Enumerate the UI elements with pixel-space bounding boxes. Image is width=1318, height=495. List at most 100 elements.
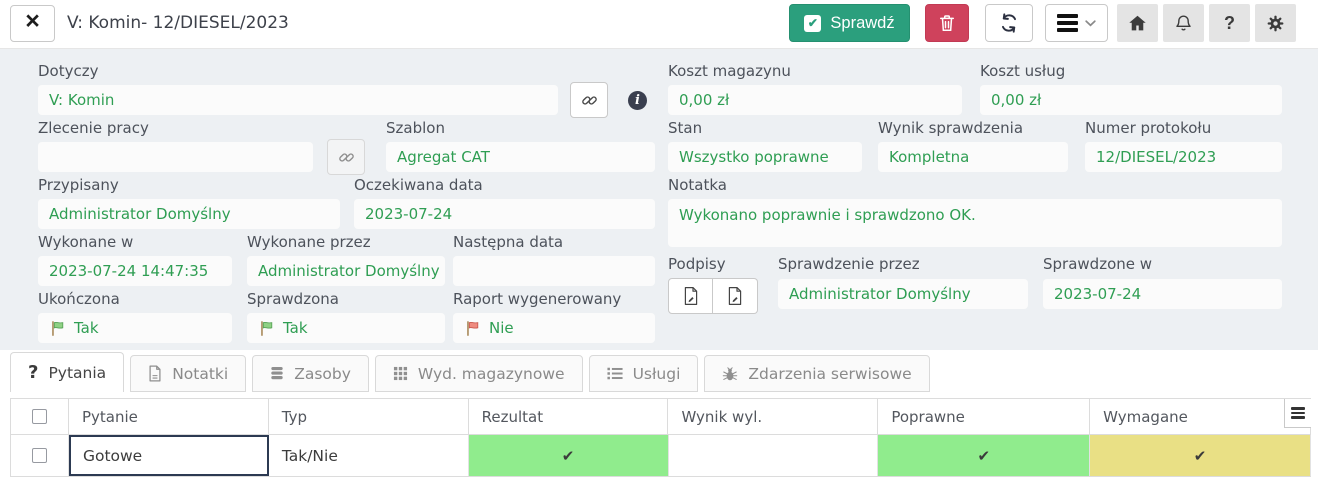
info-icon[interactable]: i: [628, 91, 647, 110]
sprawdz-button[interactable]: ✔ Sprawdź: [789, 4, 910, 42]
tab-label: Zdarzenia serwisowe: [748, 364, 912, 383]
page-title: V: Komin- 12/DIESEL/2023: [67, 13, 289, 33]
select-all-checkbox[interactable]: [31, 409, 47, 424]
row-checkbox[interactable]: [31, 448, 47, 463]
sprawdzona-value: Tak: [283, 319, 308, 337]
column-header-typ[interactable]: Typ: [269, 399, 469, 434]
tab-uslugi[interactable]: Usługi: [588, 355, 699, 392]
home-icon: [1127, 13, 1148, 34]
cell-pytanie[interactable]: Gotowe: [68, 435, 269, 476]
sprawdzona-field[interactable]: Tak: [247, 313, 445, 343]
stan-field[interactable]: Wszystko poprawne: [668, 142, 862, 172]
przypisany-label: Przypisany: [38, 176, 119, 194]
table-columns-menu-button[interactable]: [1284, 399, 1311, 428]
numer-protokolu-field[interactable]: 12/DIESEL/2023: [1085, 142, 1282, 172]
check-icon: ✔: [561, 446, 575, 465]
raport-wygenerowany-field[interactable]: Nie: [453, 313, 655, 343]
koszt-uslug-field[interactable]: 0,00 zł: [980, 85, 1282, 115]
home-button[interactable]: [1117, 4, 1158, 42]
signature-document-button-1[interactable]: [668, 278, 713, 314]
oczekiwana-data-field[interactable]: 2023-07-24: [354, 199, 655, 229]
cell-rezultat[interactable]: ✔: [468, 435, 669, 476]
dotyczy-label: Dotyczy: [38, 62, 99, 80]
sprawdzone-w-field[interactable]: 2023-07-24: [1043, 279, 1282, 309]
wykonane-przez-field[interactable]: Administrator Domyślny: [247, 256, 445, 286]
nastepna-data-field[interactable]: [453, 256, 655, 286]
oczekiwana-data-label: Oczekiwana data: [354, 176, 483, 194]
trash-icon: [937, 12, 957, 34]
cell-poprawne[interactable]: ✔: [878, 435, 1091, 476]
ukonczona-field[interactable]: Tak: [38, 313, 232, 343]
bell-icon: [1173, 13, 1194, 34]
wynik-sprawdzenia-field[interactable]: Kompletna: [878, 142, 1068, 172]
column-header-pytanie[interactable]: Pytanie: [69, 399, 269, 434]
bug-icon: [722, 366, 738, 382]
wykonane-w-field[interactable]: 2023-07-24 14:47:35: [38, 256, 232, 286]
work-order-detail-page: × V: Komin- 12/DIESEL/2023 ✔ Sprawdź ? D…: [0, 0, 1318, 495]
stan-label: Stan: [668, 119, 703, 137]
row-select-cell: [11, 435, 69, 476]
gear-icon: [1265, 13, 1286, 34]
checkbox-check-icon: ✔: [804, 14, 822, 32]
signature-document-button-2[interactable]: [713, 278, 758, 314]
koszt-magazynu-field[interactable]: 0,00 zł: [668, 85, 962, 115]
cell-wymagane[interactable]: ✔: [1090, 435, 1311, 476]
sprawdzenie-przez-field[interactable]: Administrator Domyślny: [778, 279, 1028, 309]
koszt-magazynu-label: Koszt magazynu: [668, 62, 791, 80]
link-icon: [580, 91, 599, 110]
menu-dropdown-button[interactable]: [1045, 4, 1108, 42]
file-signature-icon: [683, 286, 699, 306]
refresh-button[interactable]: [985, 4, 1033, 42]
sprawdz-button-label: Sprawdź: [830, 13, 895, 32]
file-signature-icon: [727, 286, 743, 306]
column-header-wynik-wyl[interactable]: Wynik wyl.: [668, 399, 879, 434]
zlecenie-pracy-field[interactable]: [38, 142, 313, 172]
select-all-cell: [11, 399, 69, 434]
zlecenie-link-button[interactable]: [327, 139, 365, 175]
przypisany-field[interactable]: Administrator Domyślny: [38, 199, 340, 229]
dotyczy-link-button[interactable]: [570, 82, 608, 118]
tab-label: Usługi: [632, 364, 681, 383]
red-flag-icon: [464, 320, 481, 337]
koszt-uslug-label: Koszt usług: [980, 62, 1066, 80]
wynik-sprawdzenia-label: Wynik sprawdzenia: [878, 119, 1024, 137]
hamburger-icon: [1291, 407, 1305, 419]
question-icon: ?: [28, 362, 39, 383]
tab-pytania[interactable]: ? Pytania: [10, 352, 125, 392]
dotyczy-field[interactable]: V: Komin: [38, 85, 558, 115]
tab-wyd-magazynowe[interactable]: Wyd. magazynowe: [374, 355, 583, 392]
tab-zasoby[interactable]: Zasoby: [252, 355, 369, 392]
column-header-wymagane[interactable]: Wymagane: [1090, 399, 1311, 434]
delete-button[interactable]: [925, 4, 969, 42]
tab-label: Notatki: [172, 364, 229, 383]
cell-wynik-wyl[interactable]: [669, 435, 879, 476]
cell-typ[interactable]: Tak/Nie: [269, 435, 469, 476]
help-button[interactable]: ?: [1209, 4, 1250, 42]
check-icon: ✔: [977, 446, 991, 465]
szablon-field[interactable]: Agregat CAT: [386, 142, 655, 172]
column-header-rezultat[interactable]: Rezultat: [469, 399, 669, 434]
notifications-button[interactable]: [1163, 4, 1204, 42]
grid-icon: [393, 366, 408, 381]
tab-zdarzenia-serwisowe[interactable]: Zdarzenia serwisowe: [704, 355, 930, 392]
ukonczona-label: Ukończona: [38, 290, 120, 308]
close-button[interactable]: ×: [10, 5, 55, 42]
podpisy-label: Podpisy: [668, 255, 726, 273]
tab-notatki[interactable]: Notatki: [130, 355, 247, 392]
link-icon: [337, 148, 356, 167]
settings-button[interactable]: [1255, 4, 1296, 42]
table-header-row: Pytanie Typ Rezultat Wynik wyl. Poprawne…: [10, 398, 1311, 435]
tab-label: Zasoby: [294, 364, 351, 383]
column-header-poprawne[interactable]: Poprawne: [878, 399, 1091, 434]
zlecenie-pracy-label: Zlecenie pracy: [38, 119, 149, 137]
form-section: Dotyczy V: Komin i Zlecenie pracy Szablo…: [0, 48, 1318, 350]
green-flag-icon: [49, 320, 66, 337]
notatka-field[interactable]: Wykonano poprawnie i sprawdzono OK.: [668, 199, 1282, 247]
raport-wygenerowany-label: Raport wygenerowany: [453, 290, 622, 308]
table-row[interactable]: Gotowe Tak/Nie ✔ ✔ ✔: [10, 435, 1311, 477]
check-icon: ✔: [1193, 446, 1207, 465]
chevron-down-icon: [1085, 19, 1096, 27]
list-icon: [607, 367, 623, 380]
szablon-label: Szablon: [386, 119, 445, 137]
note-file-icon: [148, 365, 162, 382]
